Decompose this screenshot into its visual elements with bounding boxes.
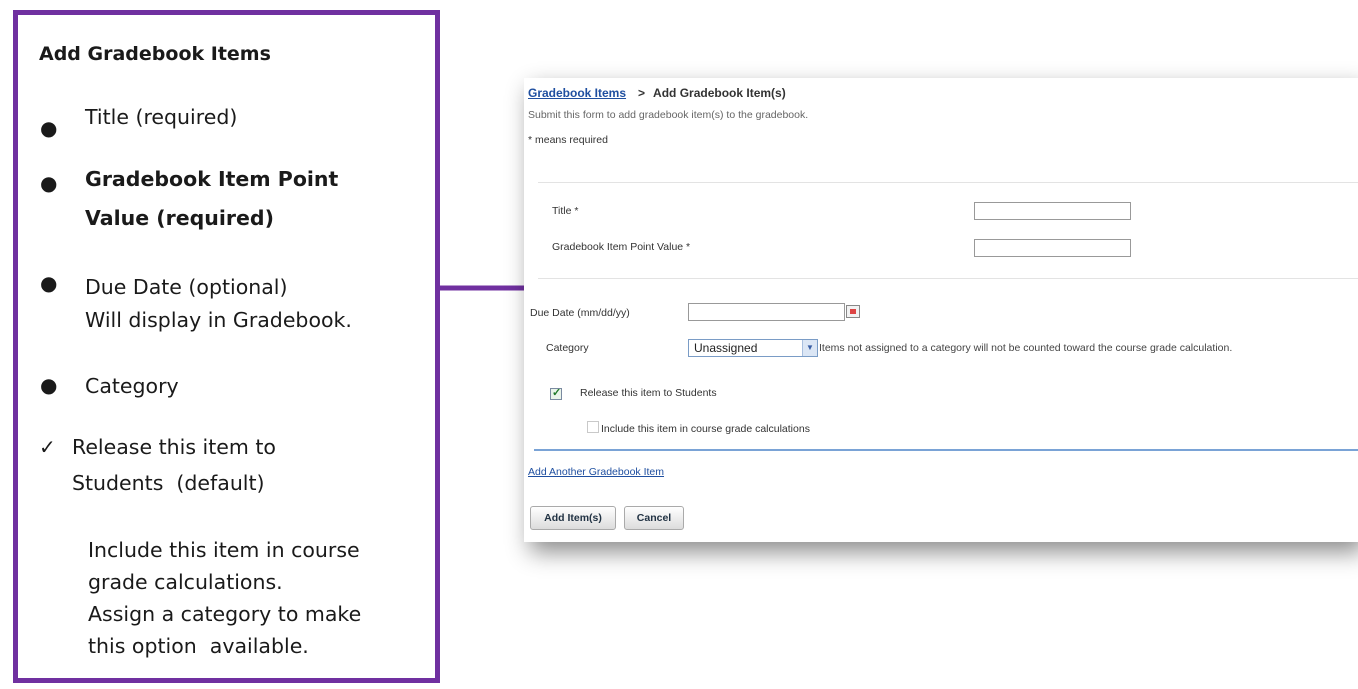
points-label: Gradebook Item Point Value * bbox=[552, 241, 691, 253]
release-checkbox[interactable]: ✓ bbox=[550, 387, 562, 400]
cancel-button[interactable]: Cancel bbox=[624, 506, 684, 530]
annotation-include-line-3: Assign a category to make bbox=[88, 602, 362, 626]
form-screenshot: Gradebook Items > Add Gradebook Item(s) Su… bbox=[524, 78, 1358, 542]
add-items-button[interactable]: Add Item(s) bbox=[530, 506, 616, 530]
title-input[interactable] bbox=[974, 202, 1131, 220]
points-input[interactable] bbox=[974, 239, 1131, 257]
bullet-icon: ● bbox=[40, 373, 58, 397]
annotation-release-line-2: Students (default) bbox=[72, 471, 265, 495]
add-another-item-link[interactable]: Add Another Gradebook Item bbox=[528, 466, 664, 478]
annotation-due-line-1: Due Date (optional) bbox=[85, 275, 288, 299]
include-label: Include this item in course grade calcul… bbox=[601, 423, 810, 435]
annotation-category-item: Category bbox=[85, 374, 179, 398]
chevron-down-icon[interactable]: ▼ bbox=[802, 340, 817, 356]
breadcrumb-current: Add Gradebook Item(s) bbox=[653, 86, 786, 100]
category-select[interactable]: Unassigned ▼ bbox=[688, 339, 818, 357]
bullet-icon: ● bbox=[40, 116, 58, 140]
category-note: Items not assigned to a category will no… bbox=[819, 342, 1233, 354]
breadcrumb-link-gradebook-items[interactable]: Gradebook Items bbox=[528, 86, 626, 100]
title-label: Title * bbox=[552, 205, 579, 217]
due-date-input[interactable] bbox=[688, 303, 845, 321]
checkmark-icon: ✓ bbox=[39, 435, 56, 459]
include-checkbox[interactable] bbox=[587, 421, 599, 433]
annotation-due-line-2: Will display in Gradebook. bbox=[85, 308, 352, 332]
bullet-icon: ● bbox=[40, 171, 58, 195]
bullet-icon: ● bbox=[40, 271, 58, 295]
annotation-title-item: Title (required) bbox=[85, 105, 238, 129]
annotation-panel: Add Gradebook Items ● Title (required) ●… bbox=[13, 10, 440, 683]
due-date-label: Due Date (mm/dd/yy) bbox=[530, 307, 630, 319]
annotation-include-line-4: this option available. bbox=[88, 634, 309, 658]
release-label: Release this item to Students bbox=[580, 387, 717, 399]
checkmark-icon: ✓ bbox=[552, 387, 562, 399]
annotation-points-line-1: Gradebook Item Point bbox=[85, 167, 339, 191]
annotation-release-line-1: Release this item to bbox=[72, 435, 276, 459]
category-label: Category bbox=[546, 342, 589, 354]
annotation-points-line-2: Value (required) bbox=[85, 206, 274, 230]
annotation-include-line-1: Include this item in course bbox=[88, 538, 360, 562]
divider bbox=[534, 449, 1358, 451]
annotation-heading: Add Gradebook Items bbox=[39, 43, 271, 65]
required-note: * means required bbox=[528, 134, 608, 146]
annotation-include-line-2: grade calculations. bbox=[88, 570, 283, 594]
breadcrumb-separator: > bbox=[638, 86, 646, 100]
breadcrumb: Gradebook Items > Add Gradebook Item(s) bbox=[528, 86, 786, 100]
form-description: Submit this form to add gradebook item(s… bbox=[528, 109, 809, 121]
item-details-box bbox=[538, 182, 1358, 279]
calendar-icon[interactable] bbox=[846, 305, 860, 318]
category-selected-value: Unassigned bbox=[694, 341, 758, 355]
